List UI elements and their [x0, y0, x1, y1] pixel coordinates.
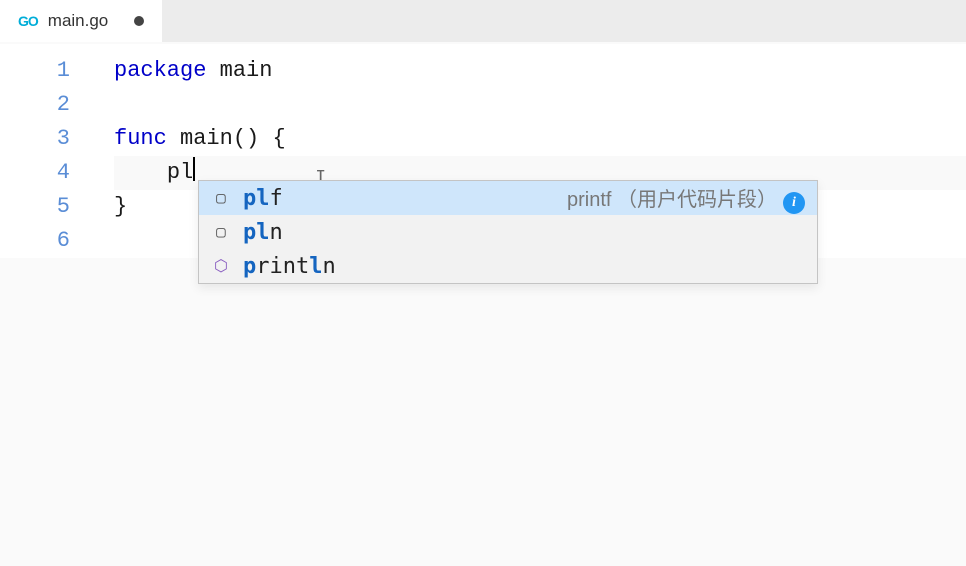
suggestion-item-plf[interactable]: plf printf （用户代码片段）i — [199, 181, 817, 215]
code-line — [114, 88, 966, 122]
line-number: 4 — [0, 156, 70, 190]
line-number: 2 — [0, 88, 70, 122]
snippet-icon — [211, 188, 231, 208]
suggestion-item-println[interactable]: println — [199, 249, 817, 283]
line-number: 6 — [0, 224, 70, 258]
line-number: 1 — [0, 54, 70, 88]
go-file-icon: GO — [18, 13, 38, 29]
line-number: 5 — [0, 190, 70, 224]
function-icon — [211, 256, 231, 276]
unsaved-indicator-icon — [134, 16, 144, 26]
suggestion-label: println — [243, 254, 336, 279]
tab-main-go[interactable]: GO main.go — [0, 0, 162, 42]
snippet-icon — [211, 222, 231, 242]
tab-filename: main.go — [48, 11, 108, 31]
suggestion-detail: printf （用户代码片段）i — [567, 183, 805, 214]
info-icon[interactable]: i — [783, 192, 805, 214]
line-number: 3 — [0, 122, 70, 156]
suggestion-label: plf — [243, 186, 283, 211]
suggestion-label: pln — [243, 220, 283, 245]
line-number-gutter: 1 2 3 4 5 6 — [0, 44, 88, 258]
autocomplete-popup: plf printf （用户代码片段）i pln println — [198, 180, 818, 284]
text-cursor — [193, 157, 195, 181]
suggestion-item-pln[interactable]: pln — [199, 215, 817, 249]
tab-bar: GO main.go — [0, 0, 966, 42]
code-line: package main — [114, 54, 966, 88]
code-line: func main() { — [114, 122, 966, 156]
